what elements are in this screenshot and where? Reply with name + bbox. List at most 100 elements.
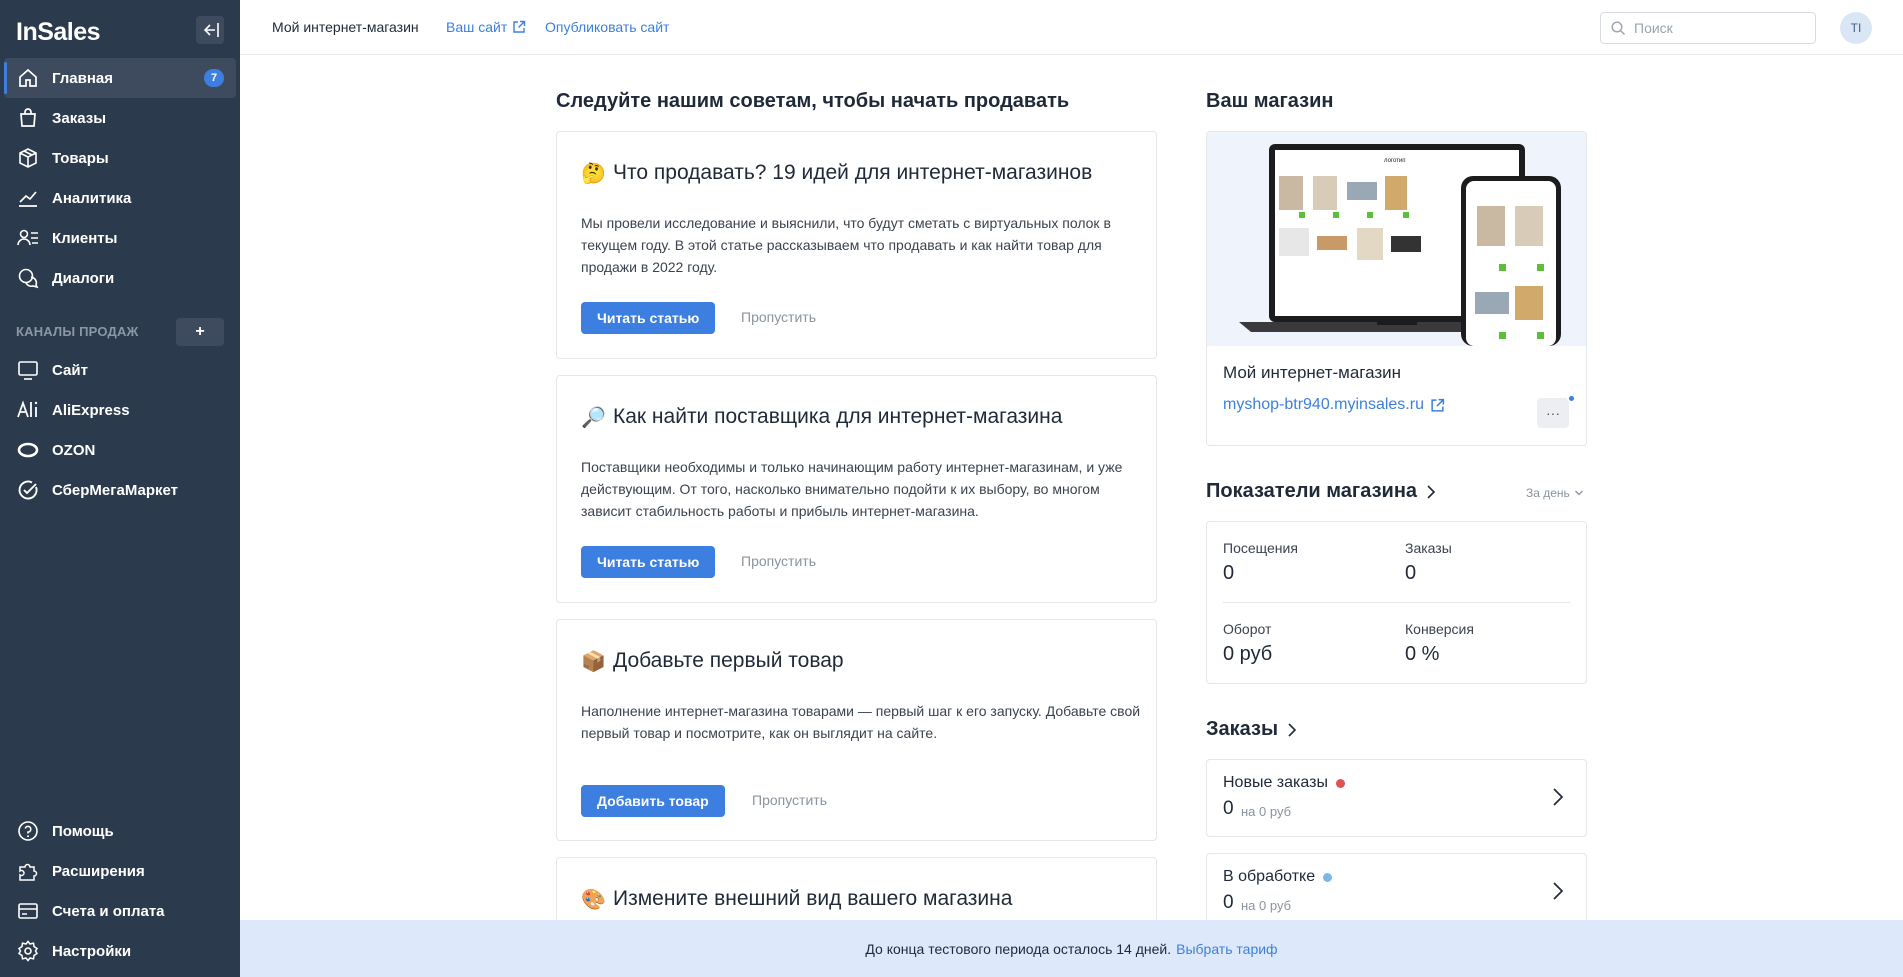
sidebar-item-label: Расширения	[52, 862, 145, 880]
chevron-right-icon	[1553, 788, 1564, 806]
orders-heading[interactable]: Заказы	[1206, 718, 1298, 741]
sales-channels-title: КАНАЛЫ ПРОДАЖ	[16, 324, 139, 339]
search-input[interactable]	[1634, 20, 1794, 36]
status-dot-blue	[1323, 872, 1333, 882]
insales-logo[interactable]: InSales	[16, 18, 101, 47]
tip-card-what-to-sell: 🤔 Что продавать? 19 идей для интернет-ма…	[556, 131, 1157, 359]
sidebar-item-analytics[interactable]: Аналитика	[4, 178, 236, 218]
shop-card: логотип Мой интернет-магазин myshop-btr9…	[1206, 131, 1587, 446]
trial-text: До конца тестового периода осталось 14 д…	[865, 940, 1172, 957]
sidebar-item-products[interactable]: Товары	[4, 138, 236, 178]
add-channel-button[interactable]: +	[176, 318, 224, 346]
turnover-value: 0 руб	[1223, 643, 1273, 665]
sidebar-item-billing[interactable]: Счета и оплата	[4, 891, 236, 931]
chevron-down-icon	[1574, 490, 1583, 496]
processing-orders-title: В обработке	[1223, 868, 1333, 886]
processing-orders-count: 0	[1223, 892, 1234, 913]
read-article-button[interactable]: Читать статью	[581, 546, 716, 578]
sidebar-item-label: Настройки	[52, 942, 132, 960]
sales-channels-list: Сайт AliExpress OZON СберМегаМаркет	[0, 350, 240, 510]
gear-icon	[16, 939, 40, 963]
turnover-label: Оборот	[1223, 621, 1272, 637]
metrics-heading-text: Показатели магазина	[1206, 480, 1418, 502]
sidebar-item-label: Помощь	[52, 822, 114, 840]
sidebar-item-home[interactable]: Главная 7	[4, 58, 236, 98]
tip-card-title-text: Измените внешний вид вашего магазина	[613, 887, 1013, 910]
sidebar-item-label: Диалоги	[52, 269, 115, 287]
monitor-icon	[16, 358, 40, 382]
sidebar-item-aliexpress[interactable]: AliExpress	[4, 390, 236, 430]
skip-button[interactable]: Пропустить	[752, 792, 827, 808]
sbermegamarket-icon	[16, 478, 40, 502]
choose-plan-link[interactable]: Выбрать тариф	[1176, 941, 1277, 957]
publish-site-link[interactable]: Опубликовать сайт	[545, 19, 669, 35]
your-shop-heading-text: Ваш магазин	[1206, 90, 1334, 112]
sidebar-item-help[interactable]: Помощь	[4, 811, 236, 851]
sidebar-item-dialogs[interactable]: Диалоги	[4, 258, 236, 298]
preview-logo-text: логотип	[1384, 158, 1406, 164]
period-label: За день	[1526, 486, 1570, 500]
tip-card-title: 🔎 Как найти поставщика для интернет-мага…	[581, 405, 1062, 429]
collapse-sidebar-button[interactable]	[196, 16, 224, 44]
sidebar-item-clients[interactable]: Клиенты	[4, 218, 236, 258]
sales-channels-header: КАНАЛЫ ПРОДАЖ +	[0, 318, 240, 346]
your-site-link[interactable]: Ваш сайт	[446, 19, 526, 35]
period-select[interactable]: За день	[1526, 486, 1584, 500]
sidebar-item-orders[interactable]: Заказы	[4, 98, 236, 138]
new-orders-sum: на 0 руб	[1241, 804, 1292, 819]
chevron-right-icon	[1553, 882, 1564, 900]
shop-url-link[interactable]: myshop-btr940.myinsales.ru	[1223, 396, 1445, 414]
status-dot-red	[1335, 778, 1345, 788]
sidebar-item-site[interactable]: Сайт	[4, 350, 236, 390]
shop-preview-image[interactable]: логотип	[1207, 132, 1586, 346]
sidebar-item-sbermegamarket[interactable]: СберМегаМаркет	[4, 470, 236, 510]
sidebar-item-ozon[interactable]: OZON	[4, 430, 236, 470]
visits-value: 0	[1223, 562, 1235, 584]
metrics-card: Посещения 0 Заказы 0 Оборот 0 руб Конвер…	[1206, 521, 1587, 684]
ozon-icon	[16, 438, 40, 462]
sidebar-item-label: Аналитика	[52, 189, 132, 207]
topbar: Мой интернет-магазин Ваш сайт Опубликова…	[240, 0, 1903, 55]
tip-card-text: Наполнение интернет-магазина товарами — …	[581, 703, 1141, 741]
sidebar-item-label: Главная	[52, 69, 114, 87]
visits-label: Посещения	[1223, 540, 1298, 556]
more-options-button[interactable]: ···	[1537, 398, 1569, 428]
trial-banner: До конца тестового периода осталось 14 д…	[240, 920, 1903, 977]
thinking-face-icon: 🤔	[581, 161, 606, 185]
chat-icon	[16, 266, 40, 290]
chart-icon	[16, 186, 40, 210]
sidebar-item-extensions[interactable]: Расширения	[4, 851, 236, 891]
shop-name: Мой интернет-магазин	[1223, 363, 1402, 382]
your-site-label: Ваш сайт	[446, 19, 508, 35]
tip-card-text: Мы провели исследование и выяснили, что …	[581, 215, 1111, 275]
shop-preview-illustration: логотип	[1239, 144, 1561, 346]
new-orders-title: Новые заказы	[1223, 774, 1345, 792]
sidebar-item-label: СберМегаМаркет	[52, 481, 179, 499]
metrics-divider	[1223, 602, 1570, 603]
orders-value: 0	[1405, 562, 1417, 584]
conversion-label: Конверсия	[1405, 621, 1474, 637]
sidebar-item-settings[interactable]: Настройки	[4, 931, 236, 971]
skip-button[interactable]: Пропустить	[741, 309, 816, 325]
shop-url-text: myshop-btr940.myinsales.ru	[1223, 396, 1424, 413]
palette-icon: 🎨	[581, 887, 606, 911]
sidebar-item-label: Товары	[52, 149, 109, 167]
sidebar-item-label: AliExpress	[52, 401, 130, 419]
tip-card-text: Поставщики необходимы и только начинающи…	[581, 459, 1123, 519]
sidebar-bottom-nav: Помощь Расширения Счета и оплата Настрой…	[0, 811, 240, 971]
skip-button[interactable]: Пропустить	[741, 553, 816, 569]
package-icon: 📦	[581, 649, 606, 673]
sidebar-item-label: Заказы	[52, 109, 107, 127]
sidebar-item-label: Счета и оплата	[52, 902, 165, 920]
avatar[interactable]: TI	[1840, 12, 1872, 44]
billing-icon	[16, 899, 40, 923]
metrics-heading[interactable]: Показатели магазина	[1206, 480, 1437, 503]
tip-card-title-text: Как найти поставщика для интернет-магази…	[613, 405, 1063, 428]
orders-heading-text: Заказы	[1206, 718, 1279, 740]
tip-card-title: 📦 Добавьте первый товар	[581, 649, 844, 673]
read-article-button[interactable]: Читать статью	[581, 302, 716, 334]
add-product-button[interactable]: Добавить товар	[581, 785, 725, 817]
shop-title: Мой интернет-магазин	[272, 19, 419, 35]
search-box[interactable]	[1600, 12, 1816, 44]
new-orders-row[interactable]: Новые заказы 0 на 0 руб	[1206, 759, 1587, 837]
